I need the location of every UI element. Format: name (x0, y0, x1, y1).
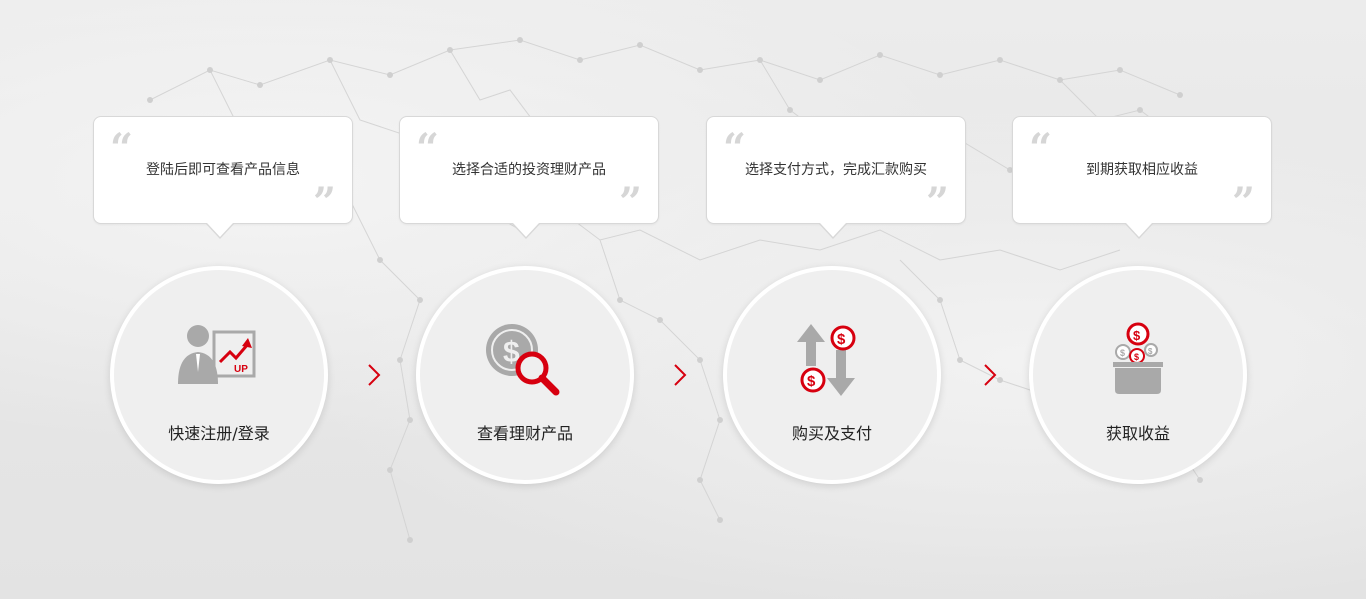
step-purchase: “ 选择支付方式，完成汇款购买 ” $ $ 购买及支付 (706, 116, 966, 486)
bubble-text: 选择合适的投资理财产品 (452, 162, 606, 178)
bubble-text: 到期获取相应收益 (1086, 162, 1198, 178)
bubble-text: 登陆后即可查看产品信息 (146, 162, 300, 178)
step-label: 购买及支付 (791, 424, 872, 443)
svg-text:$: $ (807, 373, 816, 390)
tooltip-bubble: “ 登陆后即可查看产品信息 ” (93, 116, 353, 239)
step-earn: “ 到期获取相应收益 ” $ $ $ $ 获取收益 (1012, 116, 1272, 486)
step-circle-view-products[interactable]: $ 查看理财产品 (416, 266, 634, 484)
svg-text:$: $ (837, 331, 846, 348)
chevron-right-icon (984, 364, 997, 386)
user-up-icon: UP (178, 325, 256, 384)
step-label: 查看理财产品 (476, 424, 573, 443)
money-search-icon: $ (486, 324, 560, 396)
step-label: 获取收益 (1105, 424, 1170, 443)
step-register: “ 登陆后即可查看产品信息 ” UP 快速注册/登录 (93, 116, 353, 486)
coins-box-icon: $ $ $ $ (1113, 322, 1163, 394)
step-view-products: “ 选择合适的投资理财产品 ” $ 查看理财产品 (399, 116, 659, 486)
step-circle-earn[interactable]: $ $ $ $ 获取收益 (1029, 266, 1247, 484)
tooltip-bubble: “ 到期获取相应收益 ” (1012, 116, 1272, 239)
svg-text:$: $ (1120, 348, 1125, 358)
close-quote-icon: ” (925, 179, 949, 226)
close-quote-icon: ” (1231, 179, 1255, 226)
tooltip-bubble: “ 选择合适的投资理财产品 ” (399, 116, 659, 239)
chevron-right-icon (674, 364, 687, 386)
step-circle-purchase[interactable]: $ $ 购买及支付 (723, 266, 941, 484)
svg-text:UP: UP (234, 364, 248, 375)
svg-text:$: $ (1134, 352, 1139, 362)
step-circle-register[interactable]: UP 快速注册/登录 (110, 266, 328, 484)
svg-text:$: $ (1148, 347, 1153, 356)
exchange-arrows-icon: $ $ (797, 324, 856, 396)
step-label: 快速注册/登录 (168, 424, 270, 443)
close-quote-icon: ” (618, 179, 642, 226)
svg-text:$: $ (1133, 328, 1141, 343)
tooltip-bubble: “ 选择支付方式，完成汇款购买 ” (706, 116, 966, 239)
close-quote-icon: ” (312, 179, 336, 226)
bubble-text: 选择支付方式，完成汇款购买 (745, 162, 927, 178)
chevron-right-icon (368, 364, 381, 386)
